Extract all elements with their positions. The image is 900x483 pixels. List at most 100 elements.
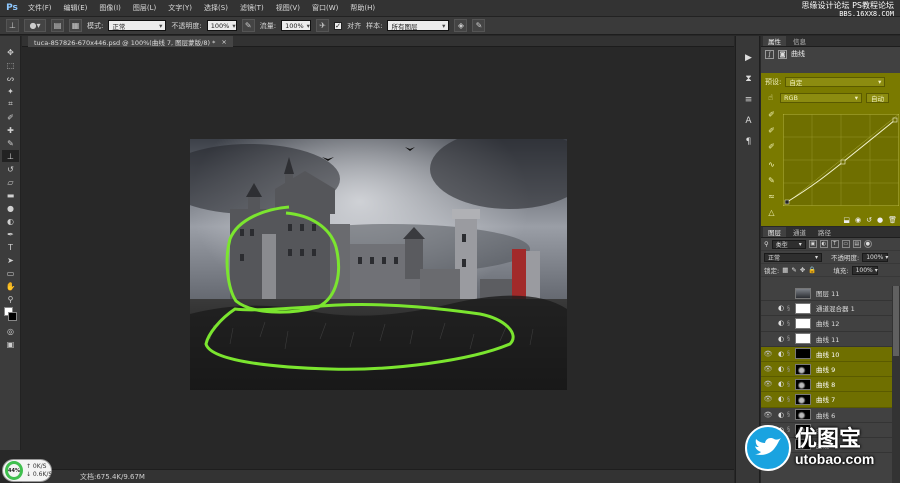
mask-link-icon[interactable]: §: [787, 366, 793, 373]
pen-tool-icon[interactable]: ✒: [2, 228, 19, 240]
marquee-tool-icon[interactable]: ⬚: [2, 59, 19, 71]
pressure-size-icon[interactable]: ✎: [472, 19, 486, 32]
screen-mode-icon[interactable]: ▣: [2, 338, 19, 350]
clip-to-layer-icon[interactable]: ⬓: [843, 216, 850, 224]
layer-mask-thumbnail[interactable]: [795, 363, 811, 375]
layer-mask-thumbnail[interactable]: [795, 393, 811, 405]
mask-link-icon[interactable]: §: [787, 381, 793, 388]
clipping-warning-icon[interactable]: △: [766, 207, 777, 218]
layer-mask-thumbnail[interactable]: [795, 348, 811, 360]
layer-mask-thumbnail[interactable]: [795, 317, 811, 329]
black-point-eyedropper-icon[interactable]: ✐: [766, 109, 777, 120]
eraser-tool-icon[interactable]: ▱: [2, 176, 19, 188]
on-image-adjust-icon[interactable]: ☝: [765, 92, 776, 103]
smooth-curve-icon[interactable]: ≈: [766, 191, 777, 202]
filter-shape-icon[interactable]: ▭: [841, 240, 850, 248]
menu-select[interactable]: 选择(S): [198, 3, 234, 13]
eyedropper-tool-icon[interactable]: ✐: [2, 111, 19, 123]
layer-row[interactable]: ◐ § 通道混合器 1: [761, 301, 892, 317]
sample-select[interactable]: 所有图层: [387, 20, 450, 31]
filter-type-icon[interactable]: T: [830, 240, 839, 248]
blur-tool-icon[interactable]: ●: [2, 202, 19, 214]
layer-visibility-icon[interactable]: [763, 318, 773, 328]
tab-info[interactable]: 信息: [788, 36, 811, 46]
layer-mask-thumbnail[interactable]: [795, 287, 811, 299]
menu-edit[interactable]: 编辑(E): [58, 3, 94, 13]
layer-row[interactable]: 👁 ◐ § 曲线 7: [761, 392, 892, 408]
menu-image[interactable]: 图像(I): [93, 3, 127, 13]
adjustments-icon[interactable]: ≡: [740, 92, 757, 107]
castle-photo[interactable]: [190, 139, 567, 390]
clone-source-icon[interactable]: ▦: [69, 19, 82, 32]
menu-help[interactable]: 帮助(H): [344, 3, 381, 13]
layer-visibility-icon[interactable]: 👁: [763, 364, 773, 374]
tab-channels[interactable]: 通道: [788, 227, 811, 237]
quick-mask-icon[interactable]: ◎: [2, 325, 19, 337]
path-select-tool-icon[interactable]: ➤: [2, 254, 19, 266]
filter-adjustment-icon[interactable]: ◐: [819, 240, 828, 248]
background-color-swatch[interactable]: [8, 312, 17, 321]
paragraph-icon[interactable]: ¶: [740, 134, 757, 149]
flow-input[interactable]: 100%: [281, 20, 312, 31]
menu-filter[interactable]: 滤镜(T): [234, 3, 270, 13]
layer-visibility-icon[interactable]: 👁: [763, 349, 773, 359]
reset-icon[interactable]: ↺: [866, 216, 872, 224]
visibility-icon[interactable]: ●: [877, 216, 883, 224]
quick-select-tool-icon[interactable]: ✦: [2, 85, 19, 97]
layer-visibility-icon[interactable]: [763, 288, 773, 298]
mask-link-icon[interactable]: §: [787, 335, 793, 342]
character-icon[interactable]: A: [740, 113, 757, 128]
hand-tool-icon[interactable]: ✋: [2, 280, 19, 292]
layer-mask-icon[interactable]: ◙: [778, 49, 787, 59]
aligned-checkbox[interactable]: ✓: [334, 21, 343, 30]
menu-file[interactable]: 文件(F): [22, 3, 58, 13]
play-actions-icon[interactable]: ▶: [740, 50, 757, 65]
layer-row[interactable]: 👁 ◐ § 曲线 10: [761, 346, 892, 362]
ignore-adjustment-layers-icon[interactable]: ◈: [454, 19, 468, 32]
layer-row[interactable]: ◐ § 曲线 12: [761, 316, 892, 332]
airbrush-icon[interactable]: ✈: [316, 19, 330, 32]
lock-transparent-icon[interactable]: ▦: [782, 266, 788, 274]
mask-link-icon[interactable]: §: [787, 350, 793, 357]
move-tool-icon[interactable]: ✥: [2, 46, 19, 58]
mask-link-icon[interactable]: §: [787, 396, 793, 403]
opacity-input[interactable]: 100%: [206, 20, 237, 31]
crop-tool-icon[interactable]: ⌗: [2, 98, 19, 110]
filter-kind-select[interactable]: 类型: [771, 239, 806, 249]
brush-tool-icon[interactable]: ✎: [2, 137, 19, 149]
fill-input[interactable]: 100%: [851, 265, 878, 275]
tab-paths[interactable]: 路径: [813, 227, 836, 237]
layer-mask-thumbnail[interactable]: [795, 378, 811, 390]
layer-mask-thumbnail[interactable]: [795, 302, 811, 314]
delete-adjustment-icon[interactable]: 🗑: [888, 216, 897, 224]
pressure-opacity-icon[interactable]: ✎: [241, 19, 255, 32]
network-speed-widget[interactable]: 44% ↑ 0K/S ↓ 0.6K/S: [2, 459, 52, 482]
gray-point-eyedropper-icon[interactable]: ✐: [766, 125, 777, 136]
tab-properties[interactable]: 属性: [763, 36, 786, 46]
dodge-tool-icon[interactable]: ◐: [2, 215, 19, 227]
white-point-eyedropper-icon[interactable]: ✐: [766, 141, 777, 152]
lasso-tool-icon[interactable]: ᔕ: [2, 72, 19, 84]
history-brush-tool-icon[interactable]: ↺: [2, 163, 19, 175]
type-tool-icon[interactable]: T: [2, 241, 19, 253]
layer-visibility-icon[interactable]: [763, 303, 773, 313]
layer-opacity-input[interactable]: 100%: [862, 252, 889, 262]
color-swatches[interactable]: [2, 306, 19, 324]
layer-mask-thumbnail[interactable]: [795, 333, 811, 345]
lock-all-icon[interactable]: 🔒: [808, 266, 816, 274]
curves-graph[interactable]: [783, 114, 899, 206]
filter-smart-object-icon[interactable]: ▤: [852, 240, 861, 248]
layer-visibility-icon[interactable]: [763, 334, 773, 344]
edit-points-icon[interactable]: ∿: [766, 159, 777, 170]
clone-stamp-tool-icon[interactable]: ⊥: [6, 19, 19, 32]
healing-brush-tool-icon[interactable]: ✚: [2, 124, 19, 136]
mode-select[interactable]: 正常: [108, 20, 167, 31]
layer-row[interactable]: 图层 11: [761, 286, 892, 302]
filter-toggle-icon[interactable]: ●: [863, 240, 872, 248]
brush-panel-icon[interactable]: ▤: [51, 19, 64, 32]
menu-window[interactable]: 窗口(W): [306, 3, 344, 13]
lock-image-icon[interactable]: ✎: [791, 266, 796, 274]
history-icon[interactable]: ⧗: [740, 71, 757, 86]
zoom-tool-icon[interactable]: ⚲: [2, 293, 19, 305]
lock-position-icon[interactable]: ✥: [800, 266, 805, 274]
